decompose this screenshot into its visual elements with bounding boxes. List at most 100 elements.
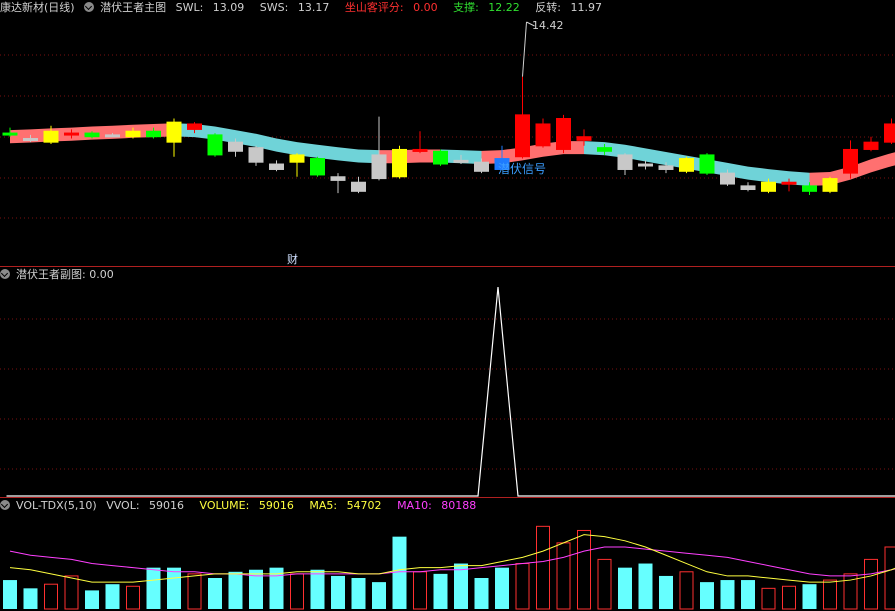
main-chart-panel[interactable]: 康达新材(日线) 潜伏王者主图 SWL: 13.09 SWS: 13.17 坐山… [0, 0, 895, 266]
volume-header: VOL-TDX(5,10) VVOL: 59016 VOLUME: 59016 … [0, 498, 488, 514]
candle-body [310, 158, 325, 176]
score-value: 0.00 [413, 1, 438, 14]
volume-bar [64, 575, 79, 610]
candle-body [392, 148, 407, 178]
volume-bar [23, 588, 38, 609]
sub-indicator-name[interactable]: 潜伏王者副图 [16, 268, 82, 281]
candle-body [720, 172, 735, 185]
volume-bar [700, 582, 714, 609]
swl-label: SWL: [175, 1, 204, 14]
candle-body [761, 181, 776, 192]
volume-bar [413, 571, 427, 610]
volume-chart-panel[interactable]: VOL-TDX(5,10) VVOL: 59016 VOLUME: 59016 … [0, 498, 895, 611]
candle-body [371, 154, 387, 180]
volume-bar [864, 558, 878, 610]
ma10-label: MA10: [397, 499, 432, 512]
candle-body [289, 154, 305, 163]
ma10-value: 80188 [441, 499, 477, 512]
signal-line-chart [0, 286, 895, 497]
chevron-down-icon[interactable] [84, 2, 95, 12]
volume-bar [679, 571, 694, 610]
volume-bar [187, 573, 202, 610]
reversal-label: 反转: [535, 1, 562, 14]
volume-bar [3, 580, 17, 609]
volume-bar [761, 587, 776, 610]
candle-body [740, 185, 756, 191]
signal-label: 潜伏信号 [498, 162, 547, 176]
vol-indicator-name[interactable]: VOL-TDX(5,10) [16, 499, 97, 512]
volume-bar [741, 580, 755, 609]
candle-body [638, 163, 653, 167]
ma-band-segment [276, 138, 297, 156]
volume-bar [884, 546, 895, 610]
ma5-label: MA5: [309, 499, 338, 512]
stock-title: 康达新材(日线) [0, 1, 75, 14]
candle-body [556, 118, 571, 150]
ma-band-segment [645, 148, 666, 166]
finance-marker[interactable]: 财 [287, 251, 298, 267]
volume-bar [228, 571, 243, 609]
volume-bar [105, 584, 120, 609]
ma5-value: 54702 [346, 499, 382, 512]
chevron-down-icon[interactable] [0, 269, 10, 279]
volume-bar [577, 529, 591, 610]
candle-body [515, 114, 530, 158]
volume-bar [44, 583, 58, 610]
max-price-pointer [522, 21, 527, 77]
volume-value: 59016 [258, 499, 294, 512]
indicator-name[interactable]: 潜伏王者主图 [100, 1, 166, 14]
ma-band-segment [10, 129, 31, 144]
candlestick-chart [0, 21, 895, 219]
sws-value: 13.17 [297, 1, 330, 14]
vvol-label: VVOL: [106, 499, 140, 512]
candle-body [474, 161, 489, 172]
candle-body [166, 121, 182, 143]
candle-body [822, 178, 838, 192]
volume-bar [495, 567, 509, 609]
candle-body [597, 147, 612, 152]
main-header: 康达新材(日线) 潜伏王者主图 SWL: 13.09 SWS: 13.17 坐山… [0, 0, 614, 16]
signal-line [6, 286, 895, 497]
candle-body [843, 148, 858, 174]
candle-body [433, 150, 448, 165]
volume-bar [146, 567, 161, 609]
volume-bar [474, 578, 489, 609]
candle-body [535, 123, 551, 147]
candle-body [207, 134, 223, 156]
volume-bar [782, 585, 796, 610]
volume-bar [802, 584, 817, 609]
max-price-label: 14.42 [532, 19, 564, 32]
volume-bar [618, 567, 632, 609]
candle-body [2, 132, 18, 136]
candle-body [125, 130, 141, 138]
volume-bar [351, 578, 366, 609]
candle-body [64, 132, 79, 136]
sub-chart-panel[interactable]: 潜伏王者副图: 0.00 [0, 267, 895, 497]
support-value: 12.22 [488, 1, 520, 14]
volume-bar [597, 558, 612, 610]
volume-bar [392, 536, 407, 609]
candle-body [802, 185, 817, 192]
ma-band-segment [871, 153, 892, 173]
volume-bar [823, 579, 837, 610]
sub-header: 潜伏王者副图: 0.00 [0, 267, 120, 283]
volume-bar-chart [3, 525, 895, 610]
vvol-value: 59016 [149, 499, 185, 512]
candle-body [43, 130, 59, 143]
sub-indicator-value: : 0.00 [82, 268, 114, 281]
volume-bar [208, 578, 222, 609]
candle-body [146, 130, 161, 138]
candle-body [269, 163, 284, 170]
ma-band-segment [748, 166, 769, 183]
volume-bar [454, 563, 468, 609]
candle-body [453, 159, 469, 163]
score-label: 坐山客评分: [344, 1, 404, 14]
chevron-down-icon[interactable] [0, 500, 10, 510]
volume-label: VOLUME: [199, 499, 250, 512]
candle-body [412, 148, 428, 152]
sws-label: SWS: [259, 1, 289, 14]
candle-body [330, 176, 346, 181]
support-label: 支撑: [453, 1, 479, 14]
candle-body [228, 141, 243, 152]
candle-body [863, 141, 879, 150]
